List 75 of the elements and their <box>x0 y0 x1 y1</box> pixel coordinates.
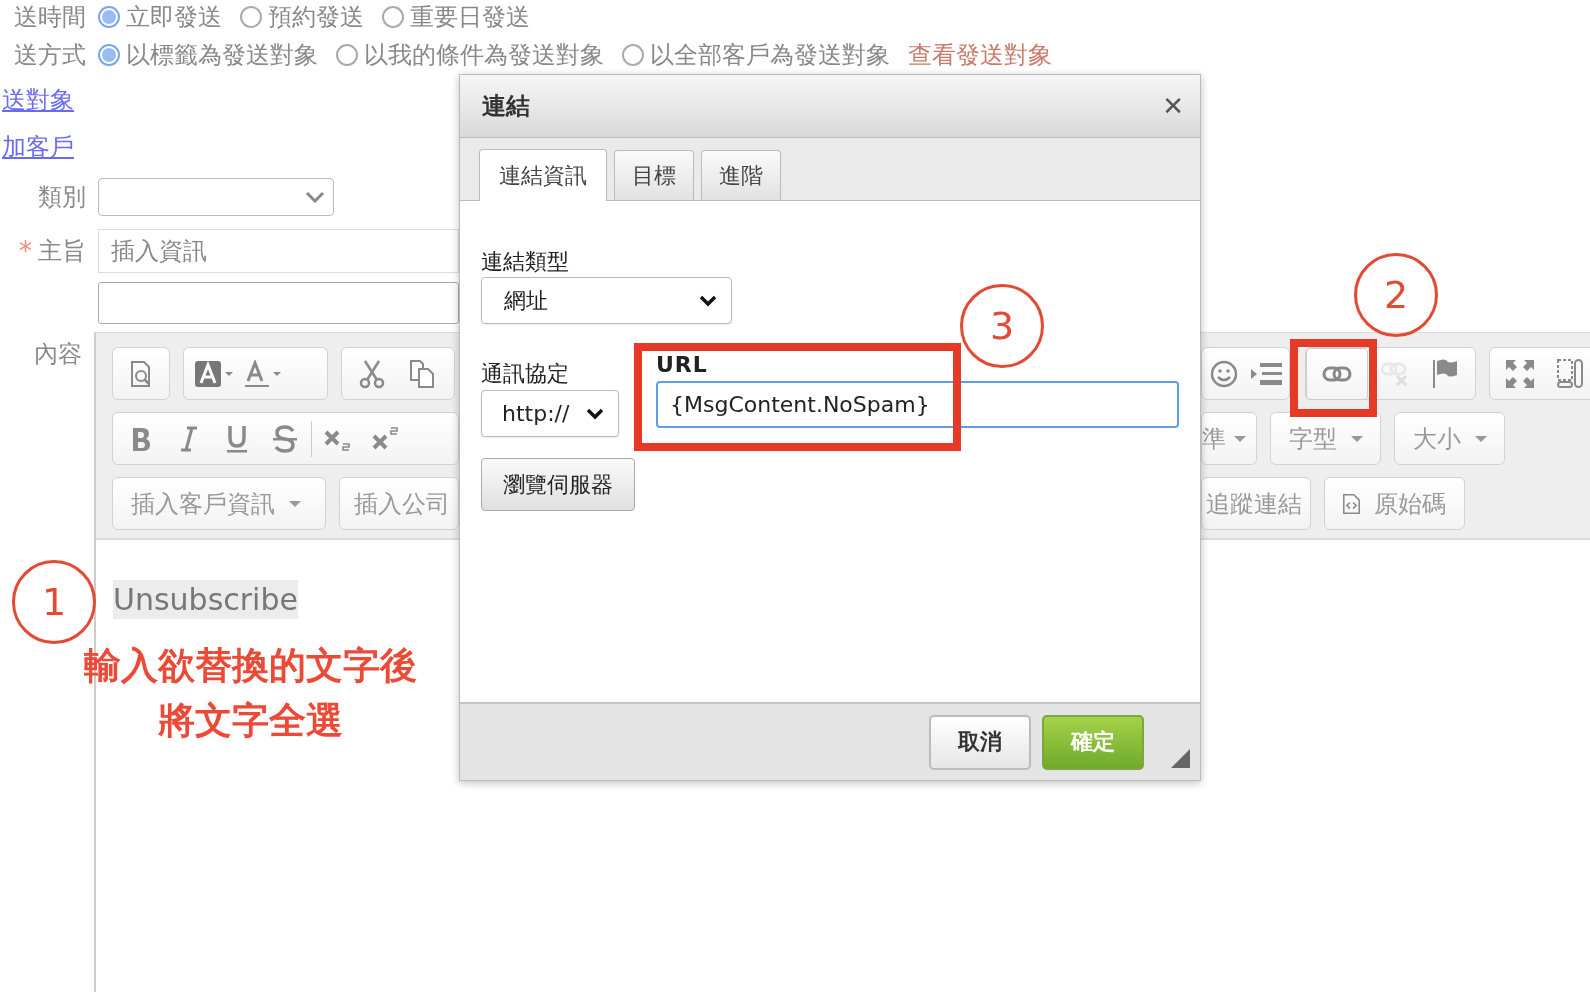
required-mark: * <box>19 236 32 266</box>
tab[interactable]: 連結資訊 <box>479 149 607 201</box>
underline-icon <box>226 423 248 454</box>
document-search-icon <box>129 359 153 388</box>
chevron-down-icon <box>586 407 604 420</box>
radio-button[interactable] <box>240 6 262 28</box>
radio-label: 立即發送 <box>126 2 222 33</box>
text-color-icon <box>244 359 284 388</box>
radio-label: 以我的條件為發送對象 <box>364 40 604 71</box>
background-color-icon <box>194 359 234 388</box>
link-icon <box>1321 364 1352 383</box>
field-label: 通訊協定 <box>481 360 569 387</box>
superscript-icon <box>372 425 400 452</box>
link-button[interactable] <box>1306 347 1368 400</box>
subject-input[interactable] <box>98 282 459 324</box>
caret-icon <box>1234 434 1246 443</box>
browse-server-button[interactable]: 瀏覽伺服器 <box>481 458 635 511</box>
step-number: 1 <box>12 560 96 644</box>
radio-label: 以全部客戶為發送對象 <box>650 40 890 71</box>
view-recipients-link[interactable]: 查看發送對象 <box>908 39 1052 71</box>
radio-label: 以標籤為發送對象 <box>126 40 318 71</box>
radio-label: 重要日發送 <box>410 2 530 33</box>
category-select[interactable] <box>98 178 334 216</box>
field-label: URL <box>656 351 708 379</box>
caret-icon <box>1475 434 1487 443</box>
indent-icon <box>1250 360 1285 387</box>
link[interactable]: 加客戶 <box>2 130 74 163</box>
field-label: 類別 <box>37 182 87 213</box>
tracking-link-button[interactable]: 追蹤連結 <box>1201 477 1311 530</box>
close-button[interactable]: ✕ <box>1162 91 1184 121</box>
source-button[interactable]: 原始碼 <box>1324 477 1465 530</box>
step-number: 3 <box>960 284 1044 368</box>
smiley-icon <box>1209 359 1238 388</box>
cancel-button[interactable]: 取消 <box>929 714 1031 770</box>
url-input[interactable]: {MsgContent.NoSpam} <box>656 381 1179 428</box>
editor-text: Unsubscribe <box>113 580 298 619</box>
dialog-title: 連結 <box>482 91 530 122</box>
confirm-button[interactable]: 確定 <box>1042 714 1144 770</box>
caret-icon <box>1351 434 1363 443</box>
link-type-select[interactable]: 網址 <box>481 277 732 324</box>
radio-button[interactable] <box>622 44 644 66</box>
strikethrough-icon <box>273 424 297 453</box>
chevron-down-icon <box>699 294 717 307</box>
step-number: 2 <box>1354 253 1438 337</box>
insert-info-menu[interactable]: 插入資訊 <box>98 229 459 273</box>
instruction-note: 輸入欲替換的文字後 將文字全選 <box>82 643 418 744</box>
radio-label: 預約發送 <box>268 2 364 33</box>
radio-button[interactable] <box>98 6 120 28</box>
field-label: 主旨 <box>38 236 86 267</box>
font-menu[interactable]: 字型 <box>1270 412 1381 465</box>
field-label: 送方式 <box>13 40 87 71</box>
copy-icon <box>409 358 435 389</box>
caret-icon <box>289 499 301 508</box>
insert-customer-menu[interactable]: 插入客戶資訊 <box>112 477 326 530</box>
insert-company-menu[interactable]: 插入公司 <box>339 477 459 530</box>
radio-button[interactable] <box>336 44 358 66</box>
format-menu[interactable]: 準 <box>1201 412 1257 465</box>
tab[interactable]: 目標 <box>614 150 694 200</box>
unlink-icon <box>1381 360 1410 387</box>
resize-handle-icon[interactable] <box>1171 749 1190 768</box>
flag-icon <box>1432 358 1459 389</box>
tab[interactable]: 進階 <box>701 150 781 200</box>
field-label: 連結類型 <box>481 248 569 275</box>
show-blocks-icon <box>1557 358 1583 389</box>
field-label: 送時間 <box>13 2 87 33</box>
link[interactable]: 送對象 <box>2 83 74 116</box>
radio-button[interactable] <box>382 6 404 28</box>
size-menu[interactable]: 大小 <box>1394 412 1505 465</box>
chevron-down-icon <box>305 191 325 203</box>
scissors-icon <box>359 358 385 389</box>
field-label: 內容 <box>33 339 83 368</box>
maximize-icon <box>1505 358 1535 389</box>
protocol-select[interactable]: http:// <box>481 390 619 437</box>
italic-icon <box>179 424 199 453</box>
radio-button[interactable] <box>98 44 120 66</box>
